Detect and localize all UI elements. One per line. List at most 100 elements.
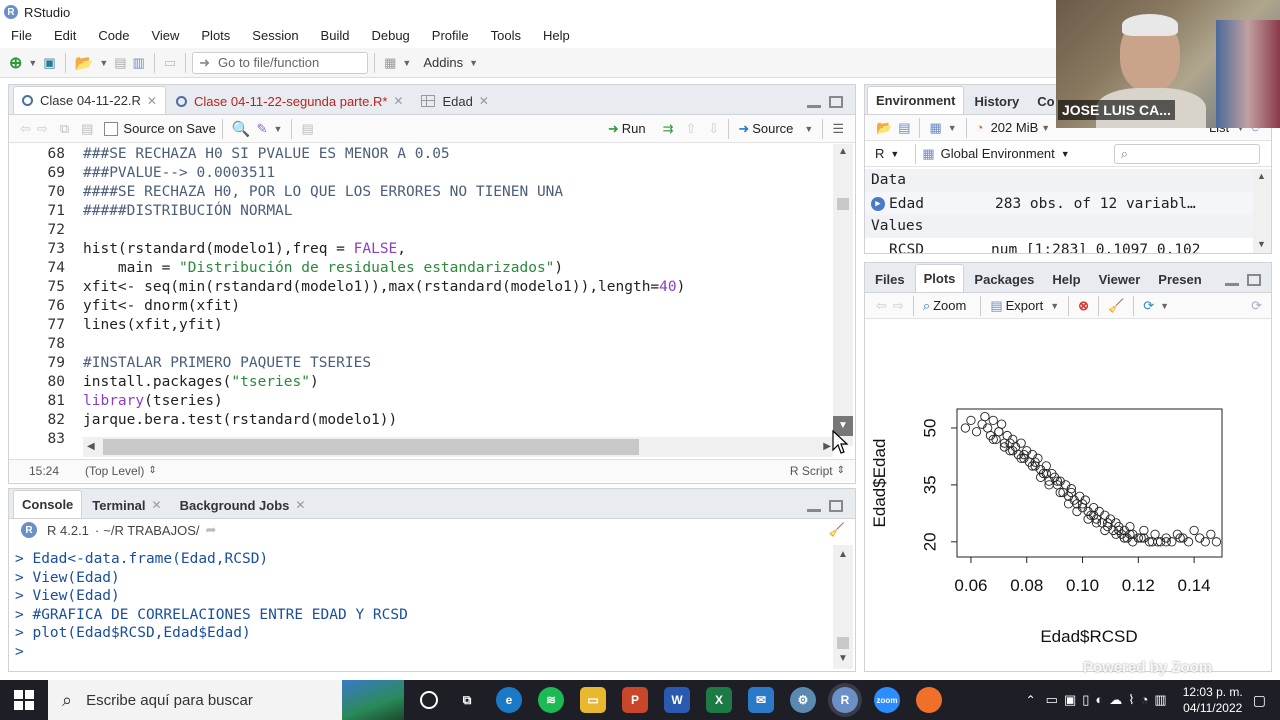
tab-plots[interactable]: Plots	[914, 264, 965, 292]
file-type-selector[interactable]: R Script	[790, 464, 833, 478]
load-workspace-icon[interactable]: 📂	[873, 117, 895, 139]
powerpoint-icon[interactable]: P	[622, 687, 648, 713]
updown-caret-icon[interactable]: ⇕	[148, 465, 156, 476]
menu-file[interactable]: File	[11, 28, 32, 43]
spotify-icon[interactable]: ≋	[538, 687, 564, 713]
file-explorer-icon[interactable]: ▭	[580, 687, 606, 713]
show-in-window-icon[interactable]: ⧉	[57, 118, 72, 140]
scroll-down-arrow-icon[interactable]: ▼	[1257, 239, 1266, 249]
remove-plot-icon[interactable]: ⊗	[1075, 295, 1092, 317]
zoom-icon[interactable]: ⌕	[920, 295, 933, 317]
save-workspace-icon[interactable]: ▤	[895, 117, 913, 139]
maximize-icon[interactable]	[829, 500, 843, 512]
dropdown-caret-icon[interactable]: ▼	[945, 117, 960, 139]
menu-code[interactable]: Code	[98, 28, 129, 43]
clock[interactable]: 12:03 p. m. 04/11/2022	[1183, 684, 1243, 716]
scroll-up-arrow-icon[interactable]: ▲	[1257, 171, 1266, 181]
tab-environment[interactable]: Environment	[867, 86, 965, 114]
clear-console-icon[interactable]: 🧹	[829, 522, 845, 538]
taskbar-search-box[interactable]: ⌕ Escribe aquí para buscar	[48, 680, 404, 720]
environment-scrollbar[interactable]: ▲ ▼	[1253, 169, 1271, 253]
dropdown-caret-icon[interactable]: ▼	[890, 149, 899, 159]
code-line[interactable]: 72	[9, 221, 831, 240]
close-icon[interactable]: ✕	[152, 498, 162, 512]
dropdown-caret-icon[interactable]: ▼	[1157, 295, 1172, 317]
tab-viewer[interactable]: Viewer	[1091, 266, 1149, 292]
scope-selector[interactable]: Global Environment	[941, 146, 1055, 161]
scroll-thumb[interactable]	[103, 439, 639, 455]
dropdown-caret-icon[interactable]: ▼	[1047, 295, 1062, 317]
scroll-up-arrow-icon[interactable]: ▲	[838, 549, 848, 560]
menu-view[interactable]: View	[151, 28, 179, 43]
scroll-up-arrow-icon[interactable]: ▲	[838, 146, 848, 157]
next-plot-icon[interactable]: ⇨	[890, 295, 907, 317]
console-output[interactable]: > Edad<-data.frame(Edad,RCSD) > View(Edad…	[15, 550, 825, 668]
scroll-left-arrow-icon[interactable]: ◀	[87, 441, 95, 452]
expand-icon[interactable]: ▶	[871, 196, 885, 211]
close-icon[interactable]: ✕	[295, 498, 305, 512]
updown-caret-icon[interactable]: ⇕	[837, 465, 845, 476]
menu-session[interactable]: Session	[252, 28, 298, 43]
tab-background-jobs[interactable]: Background Jobs ✕	[172, 492, 314, 518]
close-icon[interactable]: ✕	[479, 94, 489, 108]
menu-profile[interactable]: Profile	[432, 28, 469, 43]
code-line[interactable]: 68 ###SE RECHAZA H0 SI PVALUE ES MENOR A …	[9, 145, 831, 164]
scope-selector[interactable]: (Top Level)	[85, 464, 144, 478]
menu-debug[interactable]: Debug	[371, 28, 409, 43]
code-line[interactable]: 73 hist(rstandard(modelo1),freq = FALSE,	[9, 240, 831, 259]
new-file-icon[interactable]: ⊕	[6, 52, 25, 74]
scroll-down-arrow-icon[interactable]: ▼	[838, 653, 848, 664]
mail-icon[interactable]: ✉	[748, 687, 774, 713]
source-on-save-label[interactable]: Source on Save	[123, 121, 216, 136]
dropdown-caret-icon[interactable]: ▼	[1038, 117, 1053, 139]
scroll-thumb[interactable]	[837, 637, 849, 649]
minimize-icon[interactable]	[1225, 282, 1239, 286]
minimize-icon[interactable]	[807, 508, 821, 512]
tab-clase-segunda-parte[interactable]: Clase 04-11-22-segunda parte.R* ✕	[168, 88, 412, 114]
rerun-icon[interactable]: ⇉	[660, 118, 677, 140]
forward-arrow-icon[interactable]: ⇨	[34, 118, 51, 140]
code-line[interactable]: 69 ###PVALUE--> 0.0003511	[9, 164, 831, 183]
tab-terminal[interactable]: Terminal ✕	[84, 492, 169, 518]
tab-edad[interactable]: Edad ✕	[413, 88, 496, 114]
addins-menu[interactable]: Addins	[420, 52, 466, 74]
source-on-save-checkbox[interactable]	[104, 121, 119, 136]
publish-icon[interactable]: ⟳	[1140, 295, 1157, 317]
tab-files[interactable]: Files	[867, 266, 913, 292]
save-all-icon[interactable]: ▥	[130, 52, 148, 74]
tab-clase-04-11-22[interactable]: Clase 04-11-22.R ✕	[13, 86, 166, 114]
goto-directory-icon[interactable]: ➦	[205, 522, 216, 538]
code-line[interactable]: 70 ####SE RECHAZA H0, POR LO QUE LOS ERRO…	[9, 183, 831, 202]
export-button[interactable]: Export	[1006, 298, 1044, 313]
compile-report-icon[interactable]: ▤	[298, 118, 316, 140]
new-project-icon[interactable]: ▣	[40, 52, 58, 74]
search-icon[interactable]: 🔍	[229, 118, 254, 140]
menu-edit[interactable]: Edit	[54, 28, 76, 43]
dropdown-caret-icon[interactable]: ▼	[466, 52, 481, 74]
editor-vertical-scrollbar[interactable]: ▲ ▼	[833, 144, 853, 446]
code-line[interactable]: 76 yfit<- dnorm(xfit)	[9, 297, 831, 316]
goto-file-input[interactable]: ➜ Go to file/function	[192, 51, 369, 74]
environment-search-input[interactable]: ⌕	[1113, 143, 1260, 164]
console-vertical-scrollbar[interactable]: ▲ ▼	[833, 545, 853, 669]
close-icon[interactable]: ✕	[393, 94, 403, 108]
import-dataset-icon[interactable]: ▦	[926, 117, 944, 139]
back-arrow-icon[interactable]: ⇦	[17, 118, 34, 140]
code-line[interactable]: 74 main = "Distribución de residuales es…	[9, 259, 831, 278]
edge-icon[interactable]: e	[496, 687, 522, 713]
grid-layout-icon[interactable]: ▦	[381, 52, 399, 74]
code-line[interactable]: 75 xfit<- seq(min(rstandard(modelo1)),max…	[9, 278, 831, 297]
dropdown-caret-icon[interactable]: ▼	[271, 118, 286, 140]
export-icon[interactable]: ▤	[987, 295, 1005, 317]
code-editor[interactable]: 68 ###SE RECHAZA H0 SI PVALUE ES MENOR A …	[9, 144, 831, 444]
dropdown-caret-icon[interactable]: ▼	[801, 118, 816, 140]
maximize-icon[interactable]	[829, 96, 843, 108]
tab-presentation[interactable]: Presen	[1150, 266, 1209, 292]
menu-plots[interactable]: Plots	[201, 28, 230, 43]
network-app-icon[interactable]: ⚙	[790, 687, 816, 713]
code-line[interactable]: 78	[9, 335, 831, 354]
go-down-icon[interactable]: ⇩	[705, 118, 722, 140]
code-line[interactable]: 71 #####DISTRIBUCIÓN NORMAL	[9, 202, 831, 221]
scroll-right-arrow-icon[interactable]: ▶	[823, 441, 831, 452]
language-selector[interactable]: R	[875, 146, 884, 161]
